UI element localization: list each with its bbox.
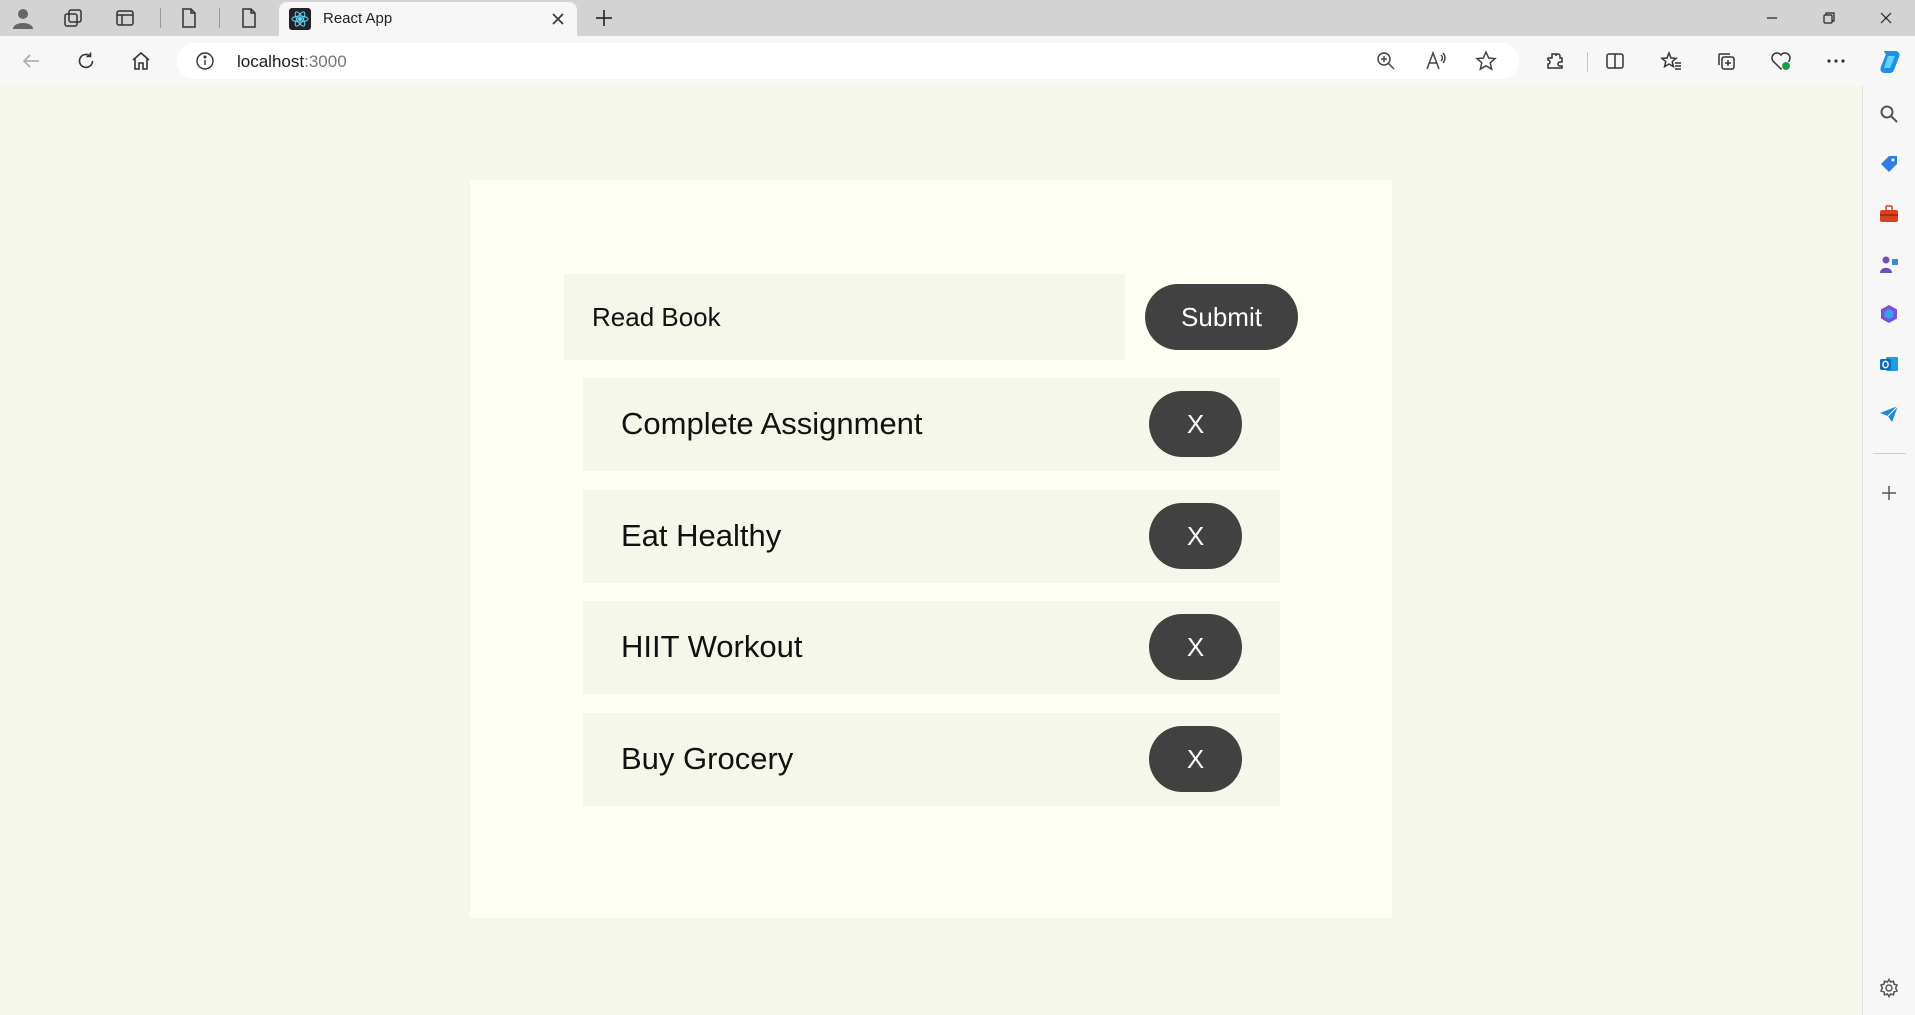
task-input[interactable] — [564, 274, 1125, 360]
active-tab[interactable]: React App — [279, 2, 577, 36]
site-info-icon[interactable] — [195, 51, 215, 71]
tab-separator — [160, 8, 161, 28]
todo-item: Complete Assignment X — [583, 378, 1280, 471]
delete-todo-button[interactable]: X — [1149, 726, 1242, 792]
close-window-icon[interactable] — [1860, 0, 1912, 36]
browser-essentials-icon[interactable] — [1766, 46, 1796, 76]
copilot-icon[interactable] — [1876, 48, 1904, 76]
minimize-window-icon[interactable] — [1746, 0, 1798, 36]
url-port: :3000 — [304, 52, 347, 71]
todo-item: Eat Healthy X — [583, 490, 1280, 583]
new-tab-icon[interactable] — [590, 4, 618, 32]
browser-tab-strip: React App — [0, 0, 1915, 36]
more-options-icon[interactable] — [1821, 46, 1851, 76]
url-text: localhost:3000 — [237, 52, 347, 72]
microsoft-365-icon[interactable] — [1877, 302, 1901, 326]
todo-card: Submit Complete Assignment X Eat Healthy… — [470, 180, 1392, 918]
tools-briefcase-icon[interactable] — [1877, 202, 1901, 226]
pinned-tab-page-icon[interactable] — [236, 5, 262, 31]
send-arrow-icon[interactable] — [1877, 402, 1901, 426]
browser-toolbar: localhost:3000 — [0, 36, 1915, 86]
url-host: localhost — [237, 52, 305, 71]
add-sidebar-app-icon[interactable] — [1877, 481, 1901, 505]
todo-label: HIIT Workout — [621, 629, 803, 664]
settings-gear-icon[interactable] — [1877, 976, 1901, 1000]
submit-button[interactable]: Submit — [1145, 284, 1298, 350]
search-icon[interactable] — [1877, 102, 1901, 126]
tab-title: React App — [323, 10, 393, 27]
delete-todo-button[interactable]: X — [1149, 503, 1242, 569]
restore-window-icon[interactable] — [1803, 0, 1855, 36]
back-arrow-icon[interactable] — [16, 46, 46, 76]
browser-sidebar — [1862, 86, 1915, 1015]
page-viewport: Submit Complete Assignment X Eat Healthy… — [0, 86, 1862, 1015]
favorite-star-icon[interactable] — [1473, 48, 1499, 74]
extensions-icon[interactable] — [1540, 46, 1570, 76]
workspaces-icon[interactable] — [60, 5, 86, 31]
tab-actions-icon[interactable] — [112, 5, 138, 31]
profile-icon[interactable] — [10, 5, 36, 31]
home-icon[interactable] — [126, 46, 156, 76]
todo-item: Buy Grocery X — [583, 713, 1280, 806]
react-logo-icon — [289, 8, 311, 30]
pinned-tab-page-icon[interactable] — [176, 5, 202, 31]
read-aloud-icon[interactable] — [1423, 48, 1449, 74]
todo-item: HIIT Workout X — [583, 601, 1280, 694]
collections-icon[interactable] — [1711, 46, 1741, 76]
toolbar-separator — [1587, 52, 1588, 72]
zoom-icon[interactable] — [1373, 48, 1399, 74]
outlook-icon[interactable] — [1877, 352, 1901, 376]
address-bar[interactable]: localhost:3000 — [177, 43, 1519, 79]
split-screen-icon[interactable] — [1600, 46, 1630, 76]
close-tab-icon[interactable] — [547, 8, 569, 30]
games-icon[interactable] — [1877, 252, 1901, 276]
todo-label: Eat Healthy — [621, 518, 782, 553]
todo-label: Buy Grocery — [621, 741, 794, 776]
refresh-icon[interactable] — [71, 46, 101, 76]
delete-todo-button[interactable]: X — [1149, 391, 1242, 457]
sidebar-separator — [1873, 453, 1906, 454]
shopping-tag-icon[interactable] — [1877, 152, 1901, 176]
tab-separator — [219, 8, 220, 28]
todo-label: Complete Assignment — [621, 406, 923, 441]
favorites-icon[interactable] — [1656, 46, 1686, 76]
delete-todo-button[interactable]: X — [1149, 614, 1242, 680]
